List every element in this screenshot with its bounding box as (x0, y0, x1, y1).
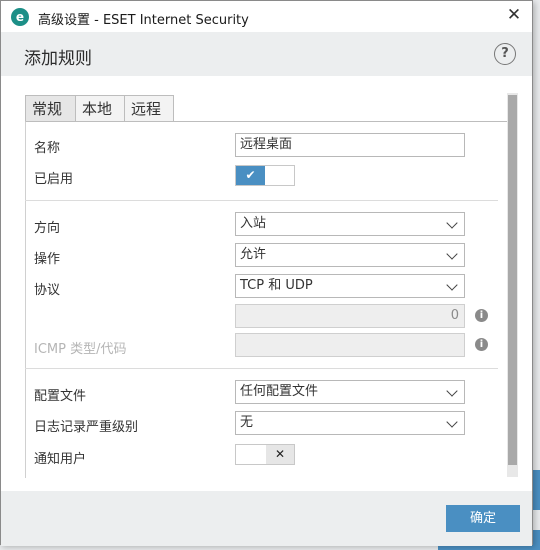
profile-select[interactable]: 任何配置文件 (235, 380, 465, 404)
dialog-header: 添加规则 ? (1, 32, 532, 76)
protocol-number-input: 0 (235, 304, 465, 328)
tab-general[interactable]: 常规 (25, 95, 76, 121)
dialog-title: 添加规则 (24, 49, 92, 69)
title-bar: e 高级设置 - ESET Internet Security ✕ (1, 1, 532, 32)
close-icon: ✕ (266, 445, 294, 464)
notify-user-toggle[interactable]: ✕ (235, 444, 295, 465)
enabled-toggle[interactable]: ✔ (235, 165, 295, 186)
help-icon[interactable]: ? (494, 43, 516, 65)
notify-user-label: 通知用户 (34, 452, 87, 467)
protocol-label: 协议 (34, 283, 61, 298)
direction-value: 入站 (240, 216, 267, 231)
info-icon[interactable]: i (475, 338, 488, 351)
icmp-label: ICMP 类型/代码 (34, 342, 127, 357)
profile-label: 配置文件 (34, 389, 87, 404)
protocol-value: TCP 和 UDP (240, 278, 313, 293)
chevron-down-icon (446, 385, 458, 397)
close-button[interactable]: ✕ (504, 5, 524, 25)
action-value: 允许 (240, 247, 267, 262)
scrollbar-thumb[interactable] (508, 95, 517, 465)
section-divider (25, 368, 498, 369)
action-label: 操作 (34, 252, 61, 267)
log-level-label: 日志记录严重级别 (34, 420, 139, 435)
scrollbar[interactable] (507, 93, 518, 477)
eset-logo-icon: e (11, 8, 29, 26)
direction-select[interactable]: 入站 (235, 212, 465, 236)
chevron-down-icon (446, 416, 458, 428)
log-level-select[interactable]: 无 (235, 411, 465, 435)
info-icon[interactable]: i (475, 309, 488, 322)
toggle-off-segment (236, 445, 266, 464)
enabled-label: 已启用 (34, 172, 74, 187)
chevron-down-icon (446, 217, 458, 229)
background-window-edge (533, 470, 540, 510)
chevron-down-icon (446, 279, 458, 291)
dialog-footer: 确定 (1, 491, 532, 546)
tab-local[interactable]: 本地 (75, 95, 125, 121)
icmp-input (235, 333, 465, 357)
log-level-value: 无 (240, 415, 254, 430)
ok-button[interactable]: 确定 (446, 505, 520, 532)
name-input[interactable]: 远程桌面 (235, 133, 465, 157)
action-select[interactable]: 允许 (235, 243, 465, 267)
add-rule-dialog: e 高级设置 - ESET Internet Security ✕ 添加规则 ?… (0, 0, 533, 546)
tab-remote[interactable]: 远程 (124, 95, 174, 121)
profile-value: 任何配置文件 (240, 384, 319, 399)
section-divider (25, 200, 498, 201)
name-label: 名称 (34, 141, 61, 156)
window-title: 高级设置 - ESET Internet Security (38, 13, 249, 28)
check-icon: ✔ (236, 166, 265, 185)
direction-label: 方向 (34, 221, 61, 236)
protocol-select[interactable]: TCP 和 UDP (235, 274, 465, 298)
chevron-down-icon (446, 248, 458, 260)
